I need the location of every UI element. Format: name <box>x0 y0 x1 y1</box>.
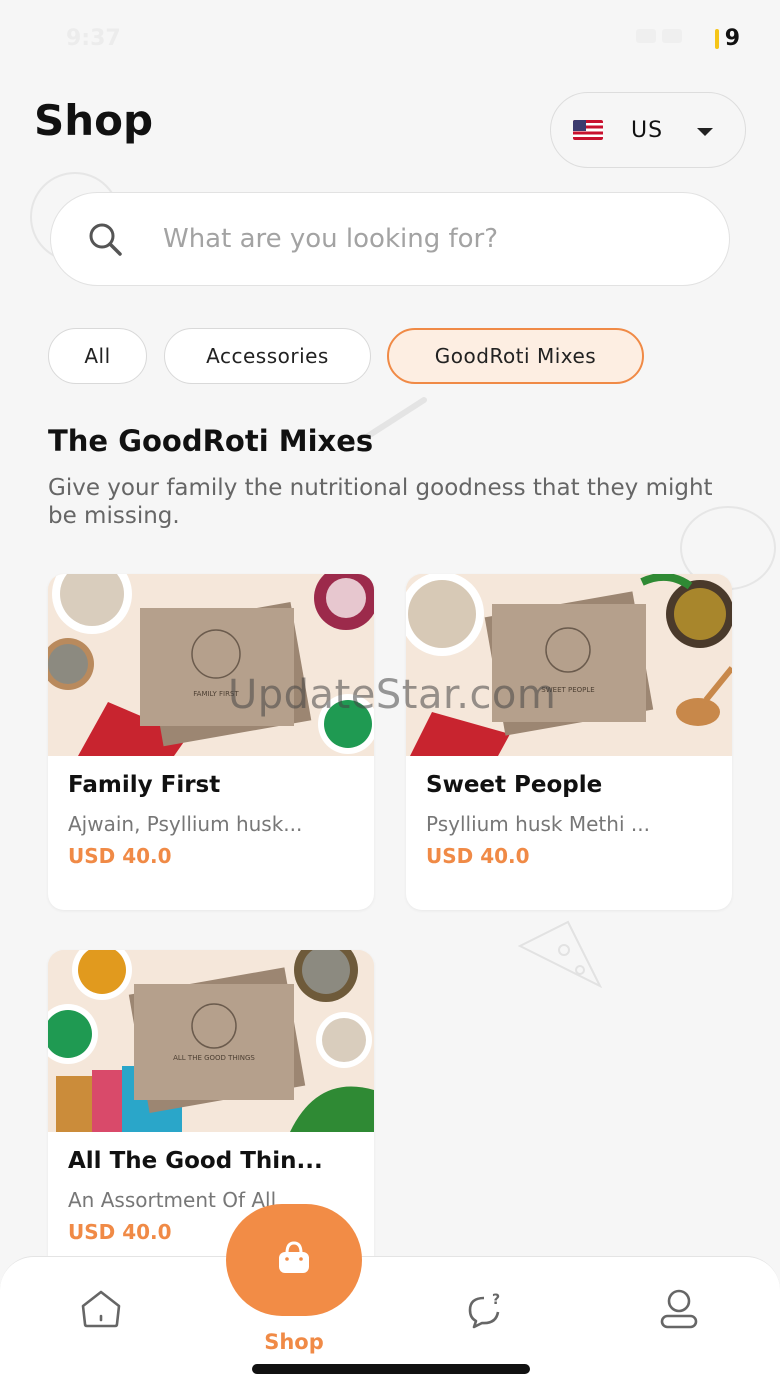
region-selector[interactable]: US <box>550 92 746 168</box>
product-name: Family First <box>68 772 221 798</box>
section-title: The GoodRoti Mixes <box>48 424 374 458</box>
section-subtitle: Give your family the nutritional goodnes… <box>48 475 713 529</box>
filter-chip-label: Accessories <box>206 344 329 368</box>
home-icon[interactable] <box>78 1288 124 1330</box>
product-card-family-first[interactable]: FAMILY FIRST Family First Ajwain, Psylli… <box>48 574 374 910</box>
filter-chip-goodroti-mixes[interactable]: GoodRoti Mixes <box>387 328 644 384</box>
svg-text:?: ? <box>492 1292 500 1308</box>
region-label: US <box>631 117 664 143</box>
filter-chip-label: All <box>84 344 111 368</box>
battery-level: 9 <box>724 26 740 51</box>
shop-tab-label: Shop <box>264 1330 324 1354</box>
chevron-down-icon <box>697 128 713 136</box>
filter-chip-all[interactable]: All <box>48 328 147 384</box>
status-bar: 9:37 9 <box>0 0 780 78</box>
box-label: ALL THE GOOD THINGS <box>173 1054 255 1062</box>
status-time: 9:37 <box>66 26 121 51</box>
shop-tab-button[interactable] <box>226 1204 362 1316</box>
signal-wifi-icons <box>630 28 690 46</box>
battery-indicator: 9 <box>714 26 740 51</box>
profile-icon[interactable] <box>658 1288 700 1330</box>
search-bar[interactable] <box>50 192 730 286</box>
shopping-bag-icon <box>279 1241 309 1273</box>
product-image: ALL THE GOOD THINGS <box>48 950 374 1132</box>
product-description: Psyllium husk Methi ... <box>426 812 650 836</box>
product-price: USD 40.0 <box>68 1220 172 1244</box>
search-icon <box>89 223 122 256</box>
chat-help-icon[interactable]: ? <box>464 1290 506 1330</box>
product-description: Ajwain, Psyllium husk... <box>68 812 303 836</box>
page-title: Shop <box>34 96 154 145</box>
product-name: Sweet People <box>426 772 603 798</box>
product-price: USD 40.0 <box>68 844 172 868</box>
us-flag-icon <box>573 120 603 140</box>
product-card-sweet-people[interactable]: SWEET PEOPLE Sweet People Psyllium husk … <box>406 574 732 910</box>
product-name: All The Good Thin... <box>68 1148 323 1174</box>
home-indicator <box>252 1364 530 1374</box>
product-image: SWEET PEOPLE <box>406 574 732 756</box>
background-pizza-doodle <box>517 920 603 989</box>
watermark-text: UpdateStar.com <box>228 672 557 718</box>
product-price: USD 40.0 <box>426 844 530 868</box>
filter-chip-label: GoodRoti Mixes <box>434 344 597 368</box>
filter-chip-accessories[interactable]: Accessories <box>164 328 371 384</box>
product-image: FAMILY FIRST <box>48 574 374 756</box>
battery-icon <box>714 28 719 49</box>
search-input[interactable] <box>163 215 683 263</box>
